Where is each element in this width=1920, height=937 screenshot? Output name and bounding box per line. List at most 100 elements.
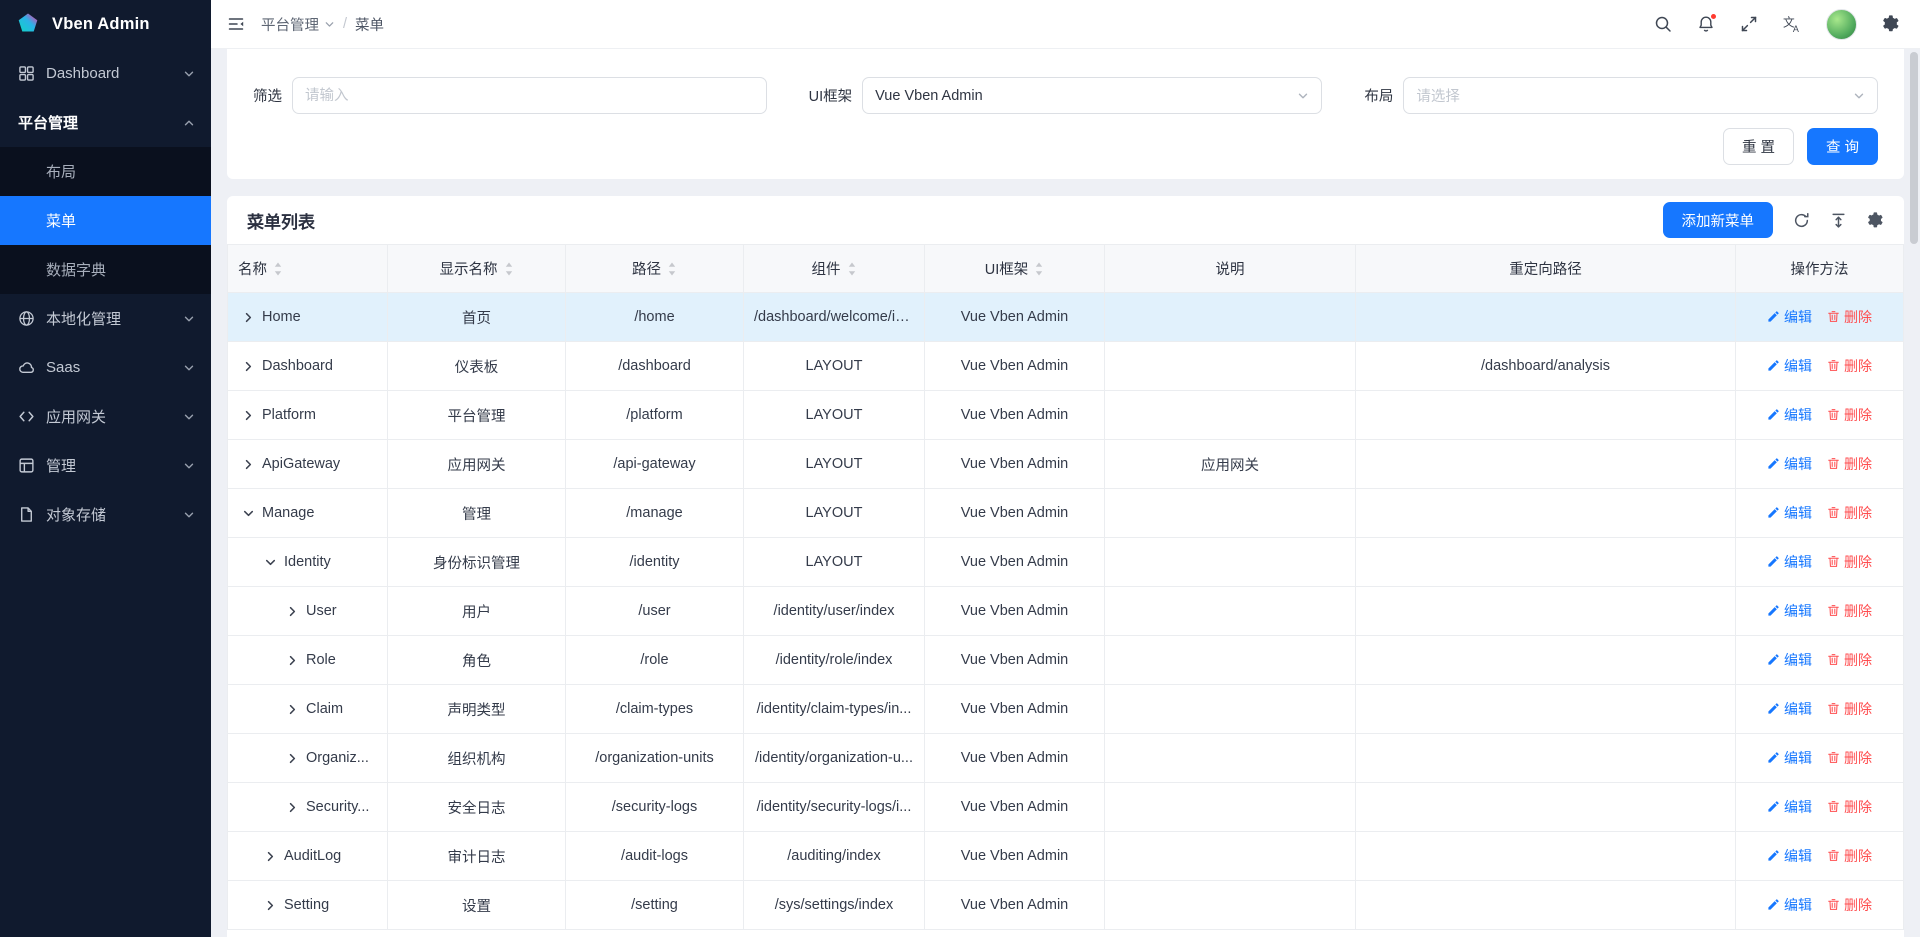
table-row[interactable]: Role角色/role/identity/role/indexVue Vben … [228, 636, 1904, 685]
edit-button[interactable]: 编辑 [1767, 650, 1812, 670]
table-settings-gear-icon[interactable] [1867, 212, 1884, 229]
sidebar-item-storage[interactable]: 对象存储 [0, 490, 211, 539]
cell-path: /audit-logs [566, 832, 744, 881]
cell-text: /identity/organization-u... [755, 750, 913, 766]
table-row[interactable]: Security...安全日志/security-logs/identity/s… [228, 783, 1904, 832]
edit-button[interactable]: 编辑 [1767, 454, 1812, 474]
delete-button[interactable]: 删除 [1827, 405, 1872, 425]
column-header-ui_framework[interactable]: UI框架 [925, 245, 1105, 293]
edit-button[interactable]: 编辑 [1767, 601, 1812, 621]
delete-button[interactable]: 删除 [1827, 797, 1872, 817]
sidebar-item-localization[interactable]: 本地化管理 [0, 294, 211, 343]
table-row[interactable]: Setting设置/setting/sys/settings/indexVue … [228, 881, 1904, 930]
sort-icon[interactable] [1034, 262, 1044, 276]
cell-text: /identity/claim-types/in... [757, 701, 912, 717]
delete-button[interactable]: 删除 [1827, 454, 1872, 474]
cell-text: Vue Vben Admin [961, 554, 1068, 570]
sidebar-subitem-menu[interactable]: 菜单 [0, 196, 211, 245]
table-row[interactable]: Claim声明类型/claim-types/identity/claim-typ… [228, 685, 1904, 734]
expand-toggle-icon[interactable] [286, 605, 299, 618]
breadcrumb-parent[interactable]: 平台管理 [261, 14, 335, 35]
table-row[interactable]: User用户/user/identity/user/indexVue Vben … [228, 587, 1904, 636]
translate-icon[interactable]: 文A [1783, 15, 1801, 33]
expand-toggle-icon[interactable] [242, 311, 255, 324]
sort-icon[interactable] [273, 262, 283, 276]
column-header-component[interactable]: 组件 [744, 245, 925, 293]
delete-button[interactable]: 删除 [1827, 307, 1872, 327]
edit-button[interactable]: 编辑 [1767, 552, 1812, 572]
expand-toggle-icon[interactable] [286, 654, 299, 667]
scrollbar-thumb[interactable] [1910, 52, 1918, 244]
gear-icon[interactable] [1882, 15, 1900, 33]
sidebar-subitem-layout[interactable]: 布局 [0, 147, 211, 196]
edit-button[interactable]: 编辑 [1767, 699, 1812, 719]
column-header-display_name[interactable]: 显示名称 [388, 245, 566, 293]
table-row[interactable]: Organiz...组织机构/organization-units/identi… [228, 734, 1904, 783]
filter-text-input[interactable] [292, 77, 767, 114]
sidebar-collapse-icon[interactable] [227, 15, 245, 33]
edit-button[interactable]: 编辑 [1767, 356, 1812, 376]
actions-cell: 编辑删除 [1736, 342, 1904, 391]
expand-toggle-icon[interactable] [264, 850, 277, 863]
add-menu-button[interactable]: 添加新菜单 [1663, 202, 1774, 238]
delete-button[interactable]: 删除 [1827, 503, 1872, 523]
table-row[interactable]: AuditLog审计日志/audit-logs/auditing/indexVu… [228, 832, 1904, 881]
delete-button[interactable]: 删除 [1827, 552, 1872, 572]
expand-toggle-icon[interactable] [242, 360, 255, 373]
edit-button[interactable]: 编辑 [1767, 503, 1812, 523]
sidebar-item-dashboard[interactable]: Dashboard [0, 49, 211, 98]
column-header-path[interactable]: 路径 [566, 245, 744, 293]
delete-button[interactable]: 删除 [1827, 748, 1872, 768]
edit-button[interactable]: 编辑 [1767, 846, 1812, 866]
notification-icon[interactable] [1697, 15, 1715, 33]
refresh-icon[interactable] [1793, 212, 1810, 229]
row-height-icon[interactable] [1830, 212, 1847, 229]
edit-button[interactable]: 编辑 [1767, 748, 1812, 768]
sort-icon[interactable] [847, 262, 857, 276]
reset-button[interactable]: 重 置 [1723, 128, 1794, 165]
sort-icon[interactable] [504, 262, 514, 276]
delete-button[interactable]: 删除 [1827, 601, 1872, 621]
vertical-scrollbar[interactable] [1910, 52, 1918, 933]
delete-button[interactable]: 删除 [1827, 846, 1872, 866]
expand-toggle-icon[interactable] [286, 703, 299, 716]
sort-icon[interactable] [667, 262, 677, 276]
filter-select-2[interactable]: 请选择 [1403, 77, 1878, 114]
expand-toggle-icon[interactable] [242, 507, 255, 520]
table-row[interactable]: Identity身份标识管理/identityLAYOUTVue Vben Ad… [228, 538, 1904, 587]
delete-button[interactable]: 删除 [1827, 895, 1872, 915]
table-row[interactable]: Manage管理/manageLAYOUTVue Vben Admin编辑删除 [228, 489, 1904, 538]
cell-component: /identity/security-logs/i... [744, 783, 925, 832]
delete-button[interactable]: 删除 [1827, 699, 1872, 719]
table-row[interactable]: Dashboard仪表板/dashboardLAYOUTVue Vben Adm… [228, 342, 1904, 391]
edit-button[interactable]: 编辑 [1767, 797, 1812, 817]
edit-button[interactable]: 编辑 [1767, 405, 1812, 425]
column-header-name[interactable]: 名称 [228, 245, 388, 293]
avatar[interactable] [1826, 9, 1857, 40]
expand-toggle-icon[interactable] [264, 556, 277, 569]
sidebar-item-manage[interactable]: 管理 [0, 441, 211, 490]
edit-button[interactable]: 编辑 [1767, 307, 1812, 327]
expand-toggle-icon[interactable] [242, 409, 255, 422]
search-button[interactable]: 查 询 [1807, 128, 1878, 165]
expand-toggle-icon[interactable] [286, 801, 299, 814]
filter-select-1[interactable]: Vue Vben Admin [862, 77, 1322, 114]
table-row[interactable]: Platform平台管理/platformLAYOUTVue Vben Admi… [228, 391, 1904, 440]
sidebar-subitem-dict[interactable]: 数据字典 [0, 245, 211, 294]
edit-label: 编辑 [1784, 454, 1812, 474]
sidebar-item-saas[interactable]: Saas [0, 343, 211, 392]
expand-toggle-icon[interactable] [286, 752, 299, 765]
search-icon[interactable] [1654, 15, 1672, 33]
expand-toggle-icon[interactable] [242, 458, 255, 471]
logo[interactable]: Vben Admin [0, 0, 211, 49]
delete-button[interactable]: 删除 [1827, 650, 1872, 670]
sidebar-item-gateway[interactable]: 应用网关 [0, 392, 211, 441]
table-row[interactable]: Home首页/home/dashboard/welcome/in...Vue V… [228, 293, 1904, 342]
expand-toggle-icon[interactable] [264, 899, 277, 912]
sidebar-item-platform[interactable]: 平台管理 [0, 98, 211, 147]
delete-button[interactable]: 删除 [1827, 356, 1872, 376]
table-row[interactable]: ApiGateway应用网关/api-gatewayLAYOUTVue Vben… [228, 440, 1904, 489]
cell-description [1105, 881, 1356, 930]
edit-button[interactable]: 编辑 [1767, 895, 1812, 915]
fullscreen-icon[interactable] [1740, 15, 1758, 33]
